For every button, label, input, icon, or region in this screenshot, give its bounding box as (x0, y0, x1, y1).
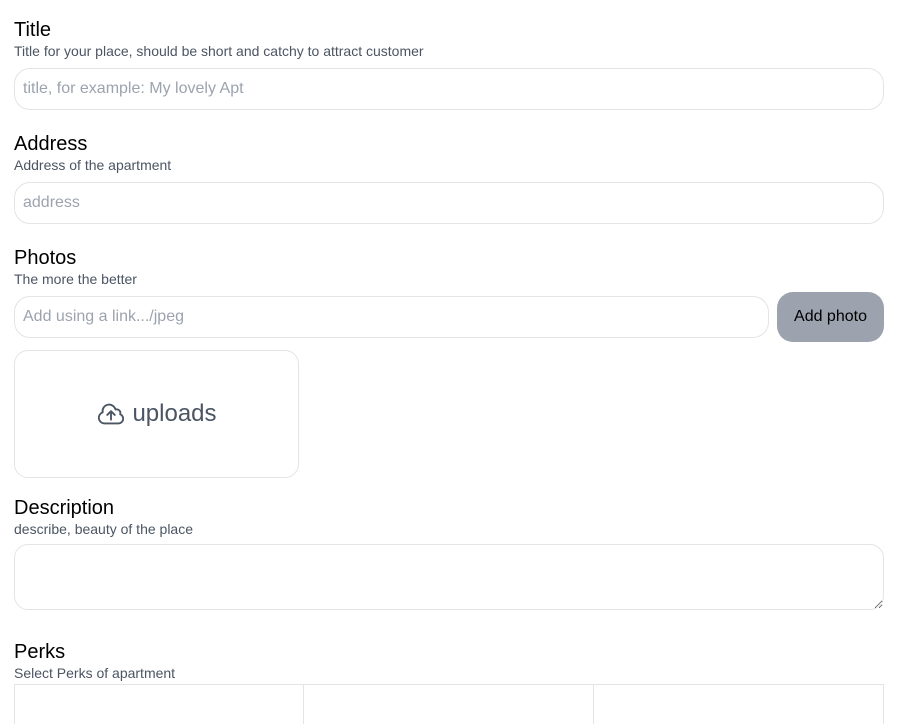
description-heading: Description (14, 497, 115, 519)
description-hint: describe, beauty of the place (14, 521, 194, 537)
address-section: Address Address of the apartment (14, 132, 884, 224)
address-input[interactable] (14, 182, 884, 224)
photos-hint: The more the better (14, 271, 137, 287)
perk-option[interactable] (14, 684, 304, 724)
perk-option[interactable] (594, 684, 884, 724)
add-photo-button[interactable]: Add photo (777, 292, 884, 342)
photos-heading: Photos (14, 247, 77, 269)
perks-hint: Select Perks of apartment (14, 665, 176, 681)
description-section: Description describe, beauty of the plac… (14, 496, 884, 610)
perks-grid (14, 684, 884, 724)
title-input[interactable] (14, 68, 884, 110)
title-heading: Title (14, 19, 52, 41)
address-heading: Address (14, 133, 88, 155)
description-textarea[interactable] (14, 544, 884, 610)
title-hint: Title for your place, should be short an… (14, 43, 424, 59)
upload-button[interactable]: uploads (14, 350, 299, 478)
cloud-upload-icon (96, 399, 126, 429)
perk-option[interactable] (304, 684, 594, 724)
upload-label: uploads (132, 400, 217, 427)
photo-link-input[interactable] (14, 296, 769, 338)
photos-section: Photos The more the better Add photo upl… (14, 246, 884, 478)
photo-link-row: Add photo (14, 292, 884, 342)
address-hint: Address of the apartment (14, 157, 172, 173)
title-section: Title Title for your place, should be sh… (14, 18, 884, 110)
perks-section: Perks Select Perks of apartment (14, 640, 884, 724)
perks-heading: Perks (14, 641, 66, 663)
